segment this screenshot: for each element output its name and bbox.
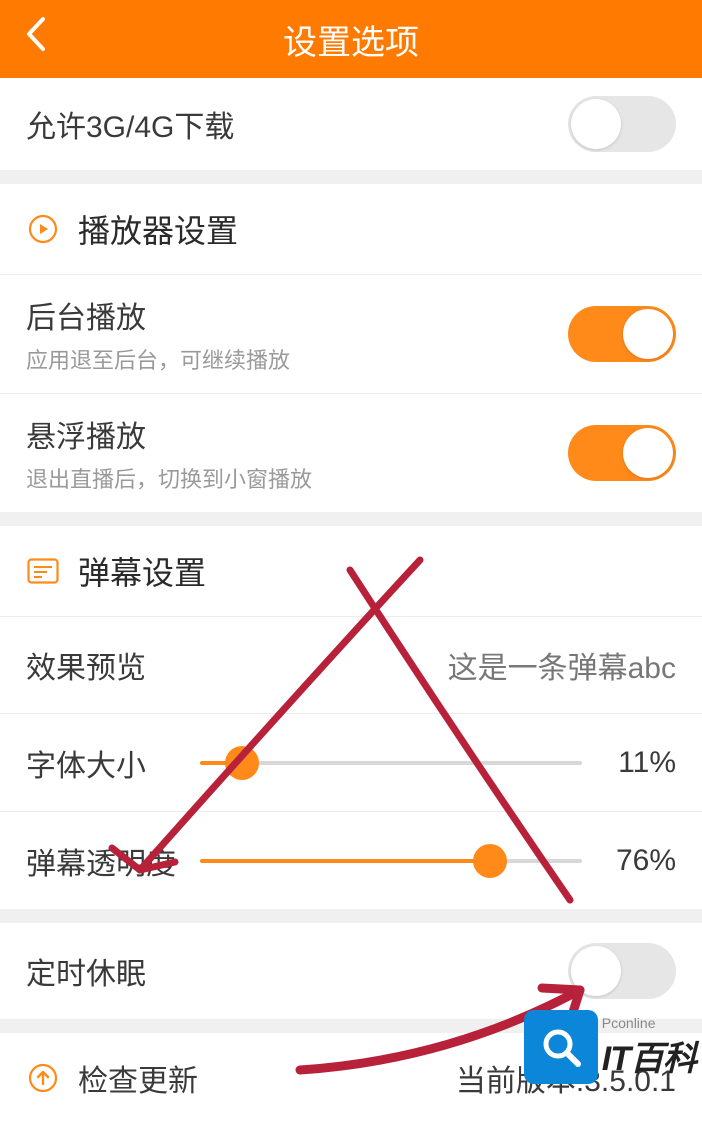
background-play-sub: 应用退至后台，可继续播放 bbox=[26, 343, 290, 375]
background-play-toggle[interactable] bbox=[568, 306, 676, 362]
watermark-small: Pconline bbox=[602, 1015, 656, 1031]
row-background-play: 后台播放 应用退至后台，可继续播放 bbox=[0, 275, 702, 393]
row-preview: 效果预览 这是一条弹幕abc bbox=[0, 617, 702, 713]
float-play-toggle[interactable] bbox=[568, 425, 676, 481]
section-danmu-title: 弹幕设置 bbox=[78, 548, 206, 594]
play-circle-icon bbox=[26, 212, 60, 246]
subtitle-icon bbox=[26, 554, 60, 588]
row-opacity: 弹幕透明度 76% bbox=[0, 811, 702, 909]
sleep-timer-toggle[interactable] bbox=[568, 943, 676, 999]
opacity-label: 弹幕透明度 bbox=[26, 839, 186, 883]
row-float-play: 悬浮播放 退出直播后，切换到小窗播放 bbox=[0, 393, 702, 512]
background-play-label: 后台播放 bbox=[26, 293, 290, 337]
watermark-big: IT百科 bbox=[602, 1031, 696, 1080]
row-allow-download: 允许3G/4G下载 bbox=[0, 78, 702, 170]
float-play-label: 悬浮播放 bbox=[26, 412, 312, 456]
font-size-label: 字体大小 bbox=[26, 741, 186, 785]
opacity-value: 76% bbox=[596, 844, 676, 878]
preview-value: 这是一条弹幕abc bbox=[448, 643, 676, 687]
watermark-logo-icon bbox=[524, 1010, 598, 1084]
sleep-timer-label: 定时休眠 bbox=[26, 949, 146, 993]
section-player: 播放器设置 bbox=[0, 184, 702, 274]
check-update-label: 检查更新 bbox=[78, 1056, 198, 1100]
row-font-size: 字体大小 11% bbox=[0, 713, 702, 811]
row-sleep-timer: 定时休眠 bbox=[0, 923, 702, 1019]
section-player-title: 播放器设置 bbox=[78, 206, 238, 252]
preview-label: 效果预览 bbox=[26, 643, 146, 687]
page-title: 设置选项 bbox=[0, 15, 702, 64]
watermark: Pconline IT百科 bbox=[524, 1010, 696, 1084]
allow-download-toggle[interactable] bbox=[568, 96, 676, 152]
back-icon[interactable] bbox=[24, 16, 46, 62]
font-size-value: 11% bbox=[596, 746, 676, 780]
font-size-slider[interactable] bbox=[200, 761, 582, 765]
opacity-slider[interactable] bbox=[200, 859, 582, 863]
app-header: 设置选项 bbox=[0, 0, 702, 78]
section-danmu: 弹幕设置 bbox=[0, 526, 702, 616]
float-play-sub: 退出直播后，切换到小窗播放 bbox=[26, 462, 312, 494]
allow-download-label: 允许3G/4G下载 bbox=[26, 102, 234, 146]
